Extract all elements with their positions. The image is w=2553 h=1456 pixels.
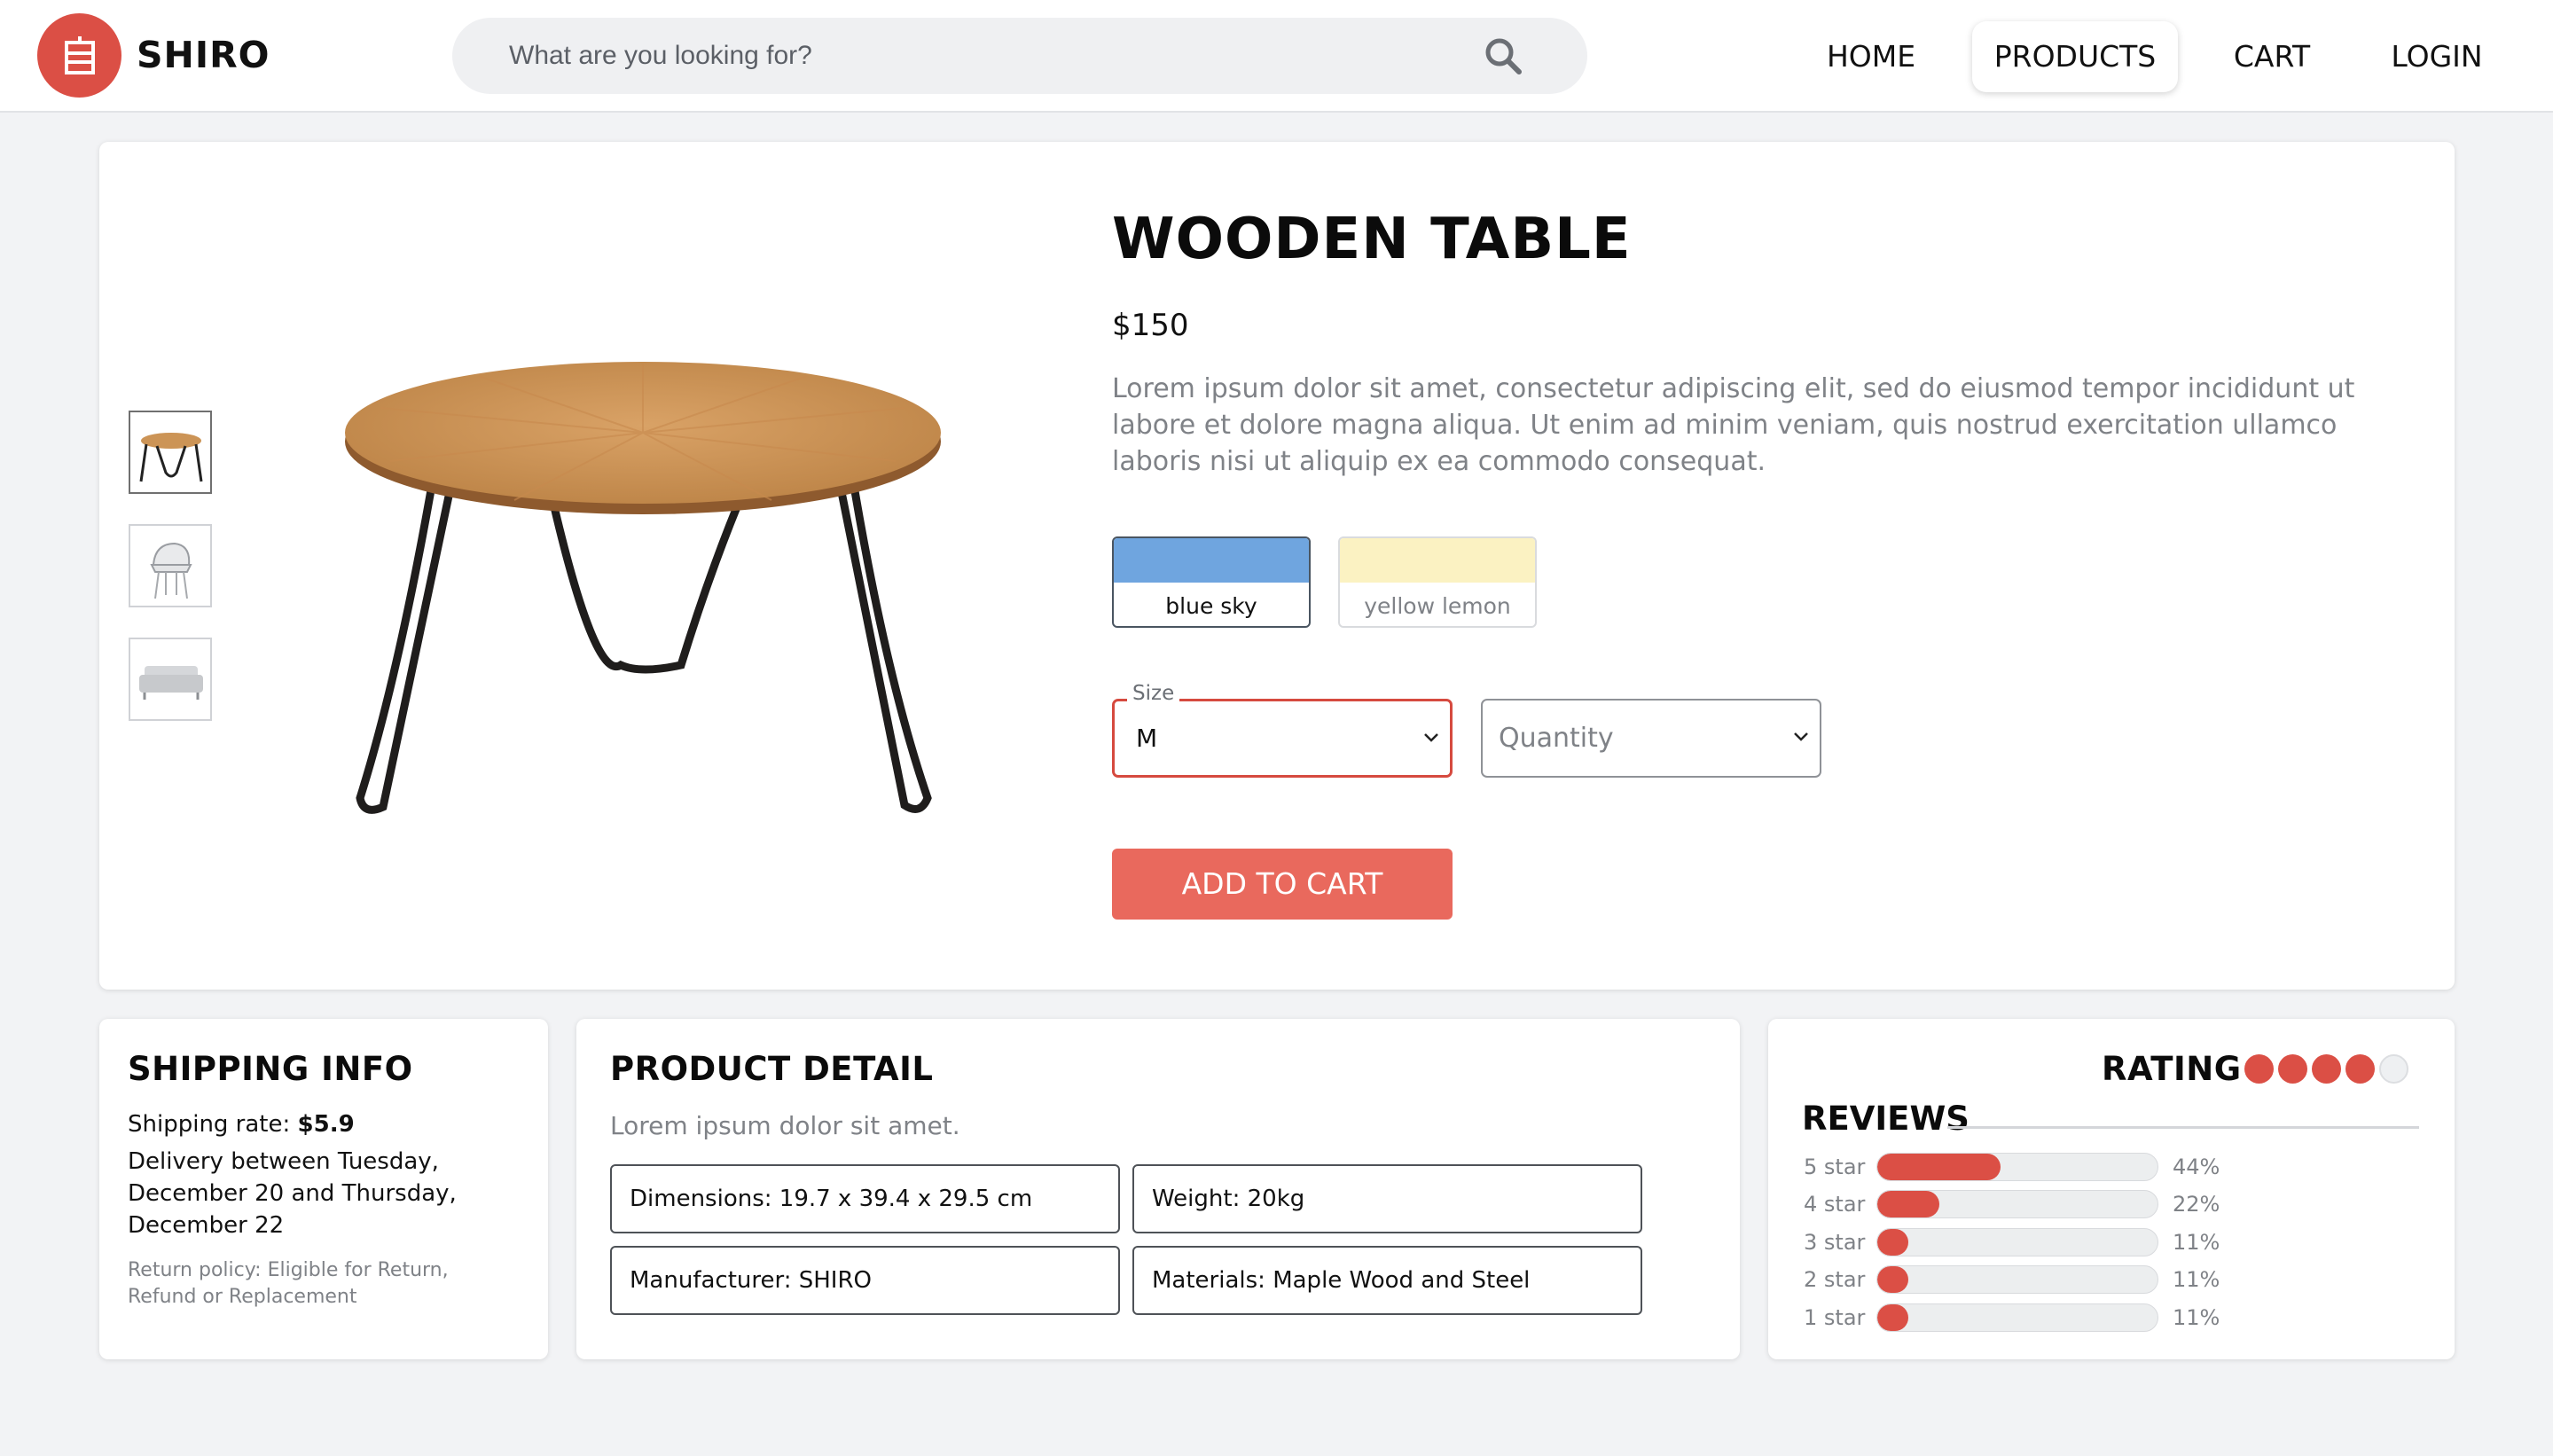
rating-star-filled (2278, 1054, 2307, 1084)
sofa-thumbnail-image (139, 666, 203, 700)
review-progress-fill (1877, 1191, 1939, 1217)
brand-name[interactable]: SHIRO (137, 34, 270, 76)
shipping-info-title: SHIPPING INFO (128, 1050, 413, 1088)
review-progress-bar (1876, 1228, 2158, 1256)
review-progress-bar (1876, 1153, 2158, 1181)
review-progress-fill (1877, 1229, 1908, 1256)
color-swatch-fill (1340, 538, 1535, 583)
search-icon[interactable] (1481, 34, 1525, 78)
product-description: Lorem ipsum dolor sit amet, consectetur … (1112, 373, 2355, 477)
rating-star-filled (2312, 1054, 2341, 1084)
product-detail-title: PRODUCT DETAIL (610, 1050, 934, 1088)
review-row-percent: 11% (2173, 1267, 2220, 1292)
review-row-label: 2 star (1804, 1267, 1866, 1292)
review-row-percent: 11% (2173, 1305, 2220, 1330)
color-swatch-fill (1114, 538, 1309, 583)
shipping-rate: Shipping rate: $5.9 (128, 1108, 355, 1140)
review-row-label: 1 star (1804, 1305, 1866, 1330)
search-bar (452, 18, 1587, 94)
reviews-divider (1947, 1126, 2419, 1129)
shipping-rate-label: Shipping rate: (128, 1111, 298, 1138)
delivery-window-line1: Delivery between Tuesday, (128, 1148, 439, 1175)
rating-star-empty (2379, 1054, 2408, 1084)
review-row-label: 3 star (1804, 1230, 1866, 1255)
chevron-down-icon (1794, 732, 1808, 741)
chevron-down-icon (1424, 733, 1438, 742)
review-row-percent: 44% (2173, 1155, 2220, 1179)
color-option-blue-sky[interactable]: blue sky (1112, 536, 1311, 628)
quantity-select[interactable]: Quantity (1481, 699, 1821, 778)
delivery-window-line3: December 22 (128, 1212, 285, 1239)
review-row-percent: 22% (2173, 1192, 2220, 1217)
nav-home[interactable]: HOME (1809, 21, 1933, 92)
size-select[interactable]: Size M (1112, 682, 1453, 778)
table-thumbnail-image (139, 433, 203, 482)
quantity-select-placeholder: Quantity (1499, 723, 1614, 754)
size-select-value: M (1136, 724, 1158, 753)
spec-materials: Materials: Maple Wood and Steel (1132, 1246, 1642, 1315)
rating-star-filled (2345, 1054, 2375, 1084)
review-row-label: 4 star (1804, 1192, 1866, 1217)
chair-thumbnail-image (150, 542, 192, 599)
review-progress-bar (1876, 1303, 2158, 1332)
table-thumbnail[interactable] (129, 411, 212, 494)
color-option-label: blue sky (1165, 593, 1257, 619)
shipping-rate-value: $5.9 (297, 1111, 355, 1138)
review-progress-bar (1876, 1265, 2158, 1294)
nav-login[interactable]: LOGIN (2377, 21, 2497, 92)
product-image (345, 362, 941, 814)
review-row-percent: 11% (2173, 1230, 2220, 1255)
rating-title: RATING (2102, 1050, 2242, 1088)
return-policy: Return policy: Eligible for Return, Refu… (128, 1259, 449, 1308)
spec-weight: Weight: 20kg (1132, 1164, 1642, 1233)
spec-manufacturer: Manufacturer: SHIRO (610, 1246, 1120, 1315)
rating-star-filled (2244, 1054, 2274, 1084)
product-price: $150 (1112, 308, 1189, 343)
delivery-window-line2: December 20 and Thursday, (128, 1180, 457, 1207)
product-title: WOODEN TABLE (1112, 207, 1632, 272)
review-progress-bar (1876, 1190, 2158, 1218)
review-progress-fill (1877, 1266, 1908, 1293)
product-detail-subtitle: Lorem ipsum dolor sit amet. (610, 1111, 960, 1140)
spec-dimensions: Dimensions: 19.7 x 39.4 x 29.5 cm (610, 1164, 1120, 1233)
chair-thumbnail[interactable] (129, 524, 212, 607)
logo[interactable] (37, 13, 121, 98)
sofa-thumbnail[interactable] (129, 638, 212, 721)
color-option-label: yellow lemon (1364, 593, 1511, 619)
nav-products[interactable]: PRODUCTS (1972, 21, 2178, 92)
color-option-yellow-lemon[interactable]: yellow lemon (1338, 536, 1537, 628)
review-progress-fill (1877, 1304, 1908, 1331)
reviews-title: REVIEWS (1802, 1100, 1970, 1138)
review-row-label: 5 star (1804, 1155, 1866, 1179)
add-to-cart-button[interactable]: ADD TO CART (1112, 849, 1453, 920)
nav-cart[interactable]: CART (2217, 21, 2327, 92)
shop-sign-icon (65, 36, 95, 74)
search-input[interactable] (452, 18, 1472, 94)
review-progress-fill (1877, 1154, 2001, 1180)
top-navbar: SHIRO HOME PRODUCTS CART LOGIN (0, 0, 2553, 113)
